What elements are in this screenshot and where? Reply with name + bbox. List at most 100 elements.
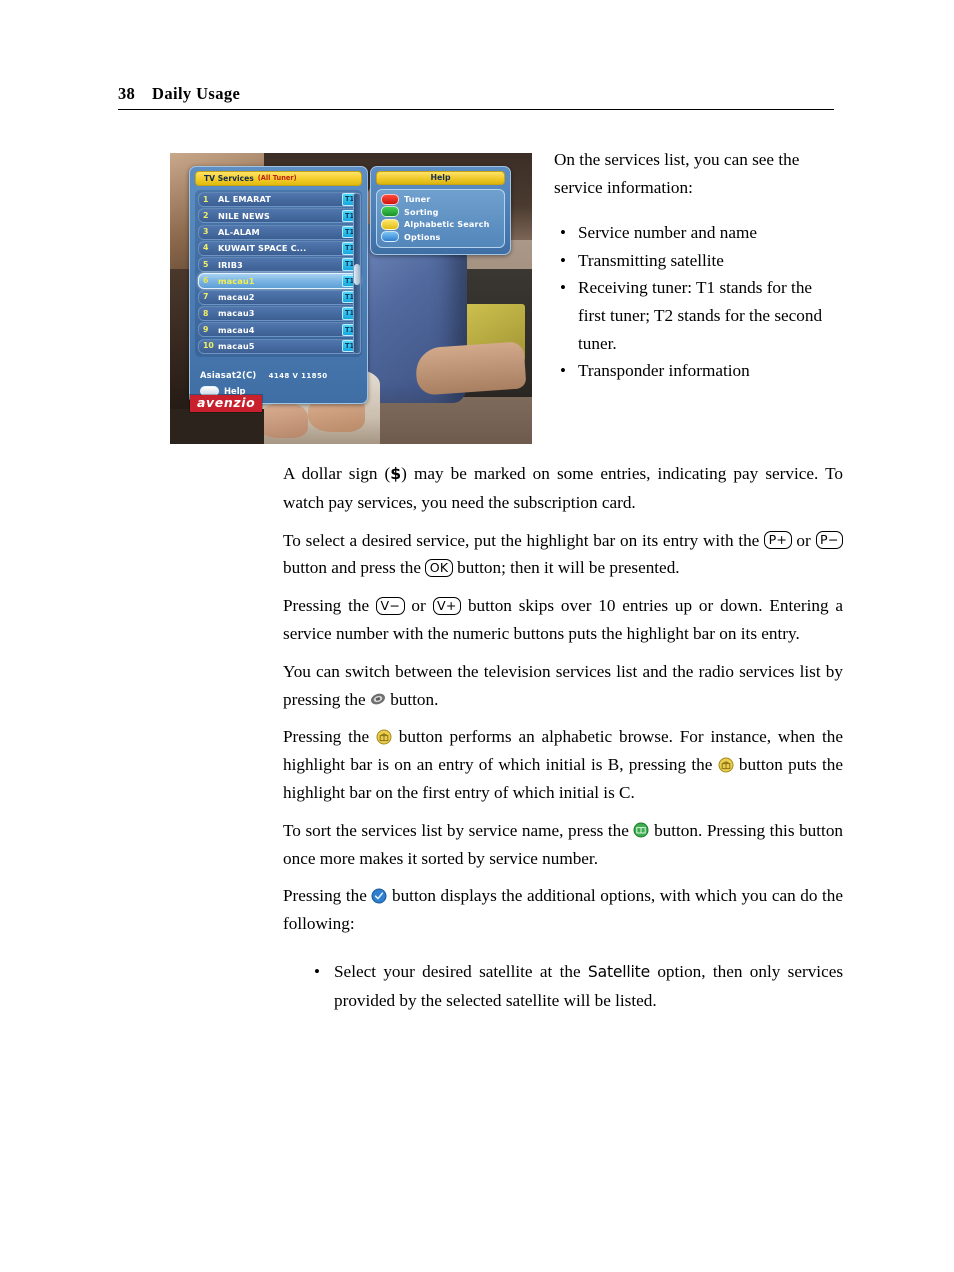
table-row[interactable]: 8 macau3 T1 xyxy=(198,305,360,322)
help-item-options[interactable]: Options xyxy=(381,231,500,244)
service-name: macau1 xyxy=(218,276,255,286)
red-button-icon xyxy=(381,193,399,205)
key-p-minus: P− xyxy=(815,531,844,550)
header-rule xyxy=(118,109,834,110)
table-row-selected[interactable]: 6 macau1 T1 xyxy=(198,273,360,289)
table-row[interactable]: 10 macau5 T1 xyxy=(198,338,360,354)
service-name: NILE NEWS xyxy=(218,211,270,220)
osd-status-line: Asiasat2(C) 4148 V 11850 xyxy=(195,361,362,382)
help-item-sorting[interactable]: Sorting xyxy=(381,206,500,219)
scrollbar[interactable] xyxy=(353,193,361,354)
blue-button-icon xyxy=(381,231,399,243)
list-item: Service number and name xyxy=(554,219,842,247)
osd-services-title-bar: TV Services (All Tuner) xyxy=(195,171,362,186)
p2-part-b: or xyxy=(796,530,811,550)
help-item-tuner[interactable]: Tuner xyxy=(381,193,500,206)
service-number: 2 xyxy=(203,210,209,220)
transponder-info: 4148 V 11850 xyxy=(268,371,328,380)
header-line: 38 Daily Usage xyxy=(118,84,834,104)
help-item-alphabetic-search[interactable]: Alphabetic Search xyxy=(381,218,500,231)
key-ok: OK xyxy=(425,558,453,577)
osd-help-panel[interactable]: Help Tuner Sorting Alphabetic Search Opt… xyxy=(370,166,511,255)
tv-radio-toggle-icon xyxy=(370,691,386,707)
body-text-column: A dollar sign ($) may be marked on some … xyxy=(283,460,843,1015)
service-name: AL-ALAM xyxy=(218,228,260,237)
p6-part-a: To sort the services list by service nam… xyxy=(283,820,629,840)
page-number: 38 xyxy=(118,84,135,103)
list-item: Transponder information xyxy=(554,357,842,385)
paragraph-alphabetic-browse: Pressing the button performs an alphabet… xyxy=(283,723,843,806)
table-row[interactable]: 2 NILE NEWS T1 xyxy=(198,208,360,224)
paragraph-options: Pressing the button displays the additio… xyxy=(283,882,843,938)
satellite-option-name: Satellite xyxy=(587,962,650,981)
p1-part-a: A dollar sign ( xyxy=(283,464,391,483)
green-button-icon xyxy=(381,206,399,218)
satellite-name: Asiasat2(C) xyxy=(200,369,257,380)
service-name: AL EMARAT xyxy=(218,195,271,204)
p3-part-b: or xyxy=(411,596,426,616)
service-name: macau2 xyxy=(218,293,255,302)
help-item-label: Options xyxy=(404,231,441,242)
table-row[interactable]: 9 macau4 T1 xyxy=(198,322,360,338)
service-number: 1 xyxy=(203,194,209,204)
options-button-icon xyxy=(371,888,387,904)
service-name: macau5 xyxy=(218,341,255,351)
key-v-minus: V− xyxy=(375,596,405,615)
key-p-plus: P+ xyxy=(764,531,792,550)
service-name: IRIB3 xyxy=(218,260,243,269)
services-intro-paragraph: On the services list, you can see the se… xyxy=(554,150,800,197)
osd-services-panel[interactable]: TV Services (All Tuner) 1 AL EMARAT T1 2… xyxy=(189,166,368,405)
help-item-label: Tuner xyxy=(404,194,431,205)
table-row[interactable]: 5 IRIB3 T1 xyxy=(198,257,360,273)
osd-services-title: TV Services xyxy=(204,173,254,183)
p3-part-a: Pressing the xyxy=(283,596,370,616)
p2-part-d: button; then it will be presented. xyxy=(457,558,680,578)
list-item: Transmitting satellite xyxy=(554,247,842,275)
osd-help-title: Help xyxy=(376,171,505,185)
dollar-sign-glyph: $ xyxy=(390,465,402,483)
key-v-plus: V+ xyxy=(432,596,462,615)
service-number: 7 xyxy=(203,292,209,302)
scrollbar-thumb[interactable] xyxy=(354,263,360,285)
service-number: 10 xyxy=(203,341,214,351)
p2-part-a: To select a desired service, put the hig… xyxy=(283,530,760,550)
help-item-label: Alphabetic Search xyxy=(404,219,490,230)
chapter-title: Daily Usage xyxy=(152,84,241,103)
options-bullet-list: Select your desired satellite at the Sat… xyxy=(283,958,843,1015)
table-row[interactable]: 4 KUWAIT SPACE C... T1 xyxy=(198,240,360,256)
service-number: 3 xyxy=(203,227,209,237)
service-number: 9 xyxy=(203,324,209,334)
service-name: macau3 xyxy=(218,309,255,318)
p7-part-b: button displays the additional options, … xyxy=(283,886,844,934)
osd-help-items: Tuner Sorting Alphabetic Search Options xyxy=(376,189,505,248)
paragraph-dollar-sign: A dollar sign ($) may be marked on some … xyxy=(283,460,843,517)
page-header: 38 Daily Usage xyxy=(118,84,834,110)
tv-screenshot-figure: TV Services (All Tuner) 1 AL EMARAT T1 2… xyxy=(170,153,532,444)
alphabetic-search-button-icon xyxy=(376,729,392,745)
paragraph-sort-services: To sort the services list by service nam… xyxy=(283,817,843,873)
table-row[interactable]: 7 macau2 T1 xyxy=(198,289,360,305)
table-row[interactable]: 1 AL EMARAT T1 xyxy=(198,192,360,208)
p4-part-b: button. xyxy=(390,689,439,709)
service-name: macau4 xyxy=(218,325,255,334)
service-number: 5 xyxy=(203,259,209,269)
service-number: 8 xyxy=(203,308,209,318)
osd-services-title-suffix: (All Tuner) xyxy=(257,174,297,183)
help-item-label: Sorting xyxy=(404,206,439,217)
p4-part-a: You can switch between the television se… xyxy=(283,661,843,709)
sorting-button-icon xyxy=(633,822,649,838)
p7-part-a: Pressing the xyxy=(283,886,367,906)
yellow-button-icon xyxy=(381,218,399,230)
table-row[interactable]: 3 AL-ALAM T1 xyxy=(198,224,360,240)
service-info-bullet-list: Service number and name Transmitting sat… xyxy=(554,219,842,385)
p5-part-a: Pressing the xyxy=(283,727,370,747)
service-number: 6 xyxy=(203,276,209,286)
p2-part-c: button and press the xyxy=(283,558,421,578)
osd-services-list[interactable]: 1 AL EMARAT T1 2 NILE NEWS T1 3 AL-ALAM … xyxy=(195,190,362,357)
figure-side-text: On the services list, you can see the se… xyxy=(554,146,842,385)
list-item: Receiving tuner: T1 stands for the first… xyxy=(554,274,842,357)
service-number: 4 xyxy=(203,243,209,253)
option-bullet-part-a: Select your desired satellite at the xyxy=(334,961,581,981)
service-name: KUWAIT SPACE C... xyxy=(218,244,307,253)
avenzio-logo: avenzio xyxy=(190,394,263,412)
